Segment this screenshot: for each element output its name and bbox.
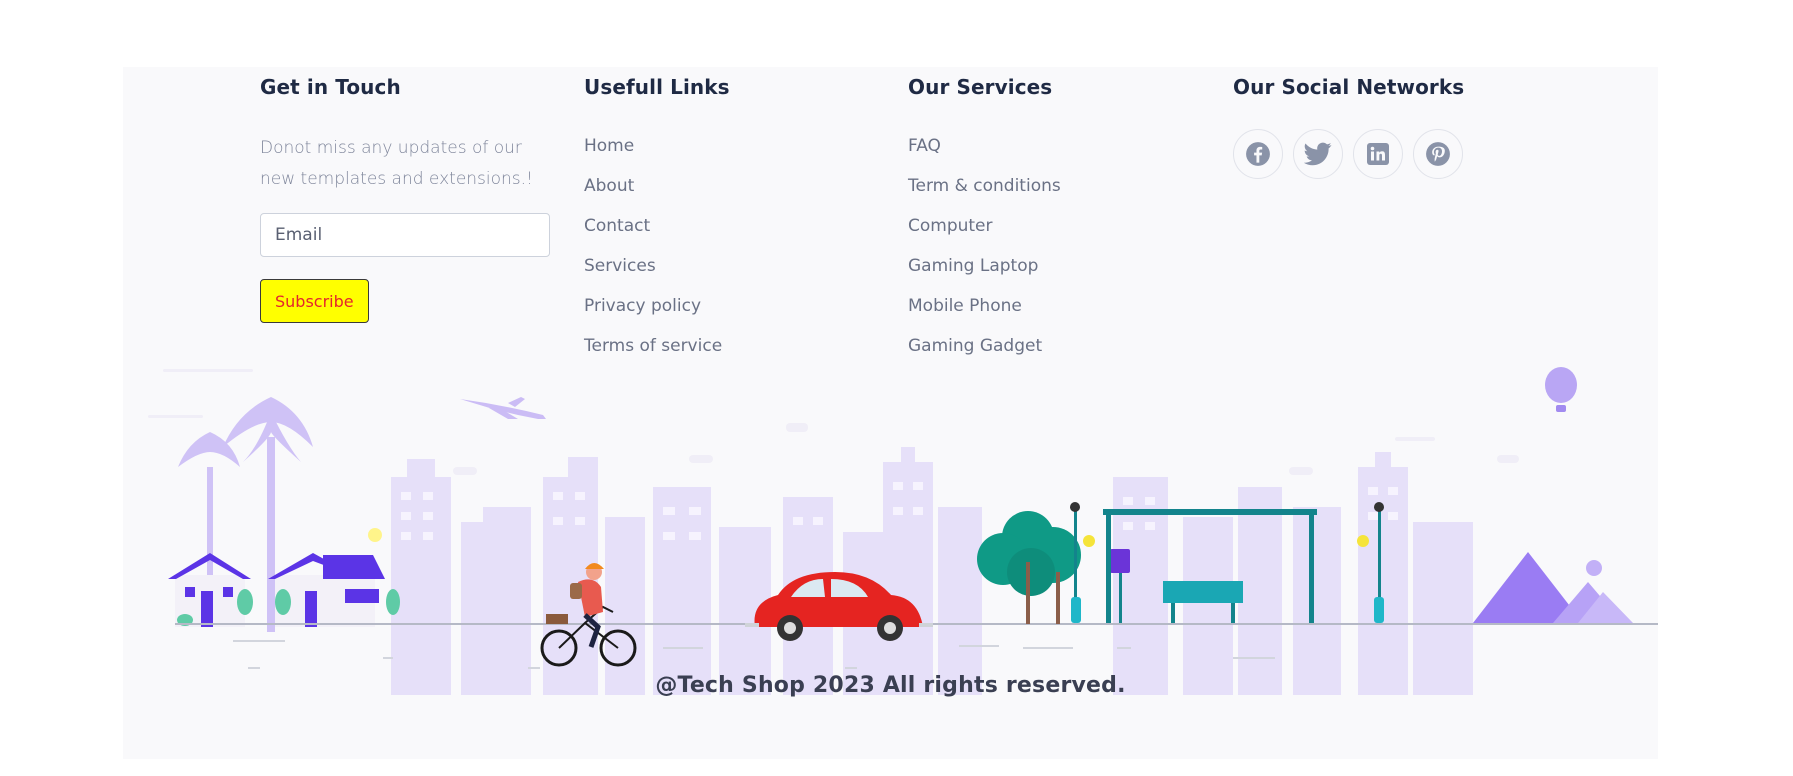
link-gaming-gadget[interactable]: Gaming Gadget (908, 336, 1042, 356)
pinterest-icon (1426, 142, 1450, 166)
link-services[interactable]: Services (584, 256, 656, 276)
site-footer: Get in Touch Donot miss any updates of o… (123, 67, 1658, 759)
link-faq[interactable]: FAQ (908, 136, 941, 156)
link-about[interactable]: About (584, 176, 634, 196)
linkedin-icon (1367, 143, 1389, 165)
social-heading: Our Social Networks (1233, 75, 1465, 99)
link-computer[interactable]: Computer (908, 216, 993, 236)
link-gaming-laptop[interactable]: Gaming Laptop (908, 256, 1038, 276)
email-input[interactable] (260, 213, 550, 257)
link-home[interactable]: Home (584, 136, 634, 156)
airplane (460, 397, 546, 419)
services-heading: Our Services (908, 75, 1053, 99)
useful-links-heading: Usefull Links (584, 75, 730, 99)
social-links (1233, 129, 1464, 179)
subscribe-button[interactable]: Subscribe (260, 279, 369, 323)
houses (168, 528, 400, 627)
newsletter-text: Donot miss any updates of our new templa… (260, 138, 533, 189)
services-list: FAQ Term & conditions Computer Gaming La… (908, 133, 1061, 373)
contact-heading: Get in Touch (260, 75, 401, 99)
facebook-icon (1246, 142, 1270, 166)
clouds (148, 369, 1519, 475)
pinterest-button[interactable] (1413, 129, 1463, 179)
trees (977, 511, 1081, 624)
mountains (1473, 552, 1633, 623)
link-terms-of-service[interactable]: Terms of service (584, 336, 722, 356)
linkedin-button[interactable] (1353, 129, 1403, 179)
hot-air-balloon (1545, 367, 1577, 412)
facebook-button[interactable] (1233, 129, 1283, 179)
link-privacy-policy[interactable]: Privacy policy (584, 296, 701, 316)
services-section: Our Services FAQ Term & conditions Compu… (908, 75, 1061, 373)
useful-links-section: Usefull Links Home About Contact Service… (584, 75, 730, 373)
link-contact[interactable]: Contact (584, 216, 650, 236)
twitter-button[interactable] (1293, 129, 1343, 179)
copyright-text: @Tech Shop 2023 All rights reserved. (655, 673, 1126, 698)
link-terms-conditions[interactable]: Term & conditions (908, 176, 1061, 196)
contact-section: Get in Touch Donot miss any updates of o… (260, 75, 560, 323)
useful-links-list: Home About Contact Services Privacy poli… (584, 133, 730, 373)
social-section: Our Social Networks (1233, 75, 1464, 179)
link-mobile-phone[interactable]: Mobile Phone (908, 296, 1022, 316)
twitter-icon (1304, 142, 1332, 166)
